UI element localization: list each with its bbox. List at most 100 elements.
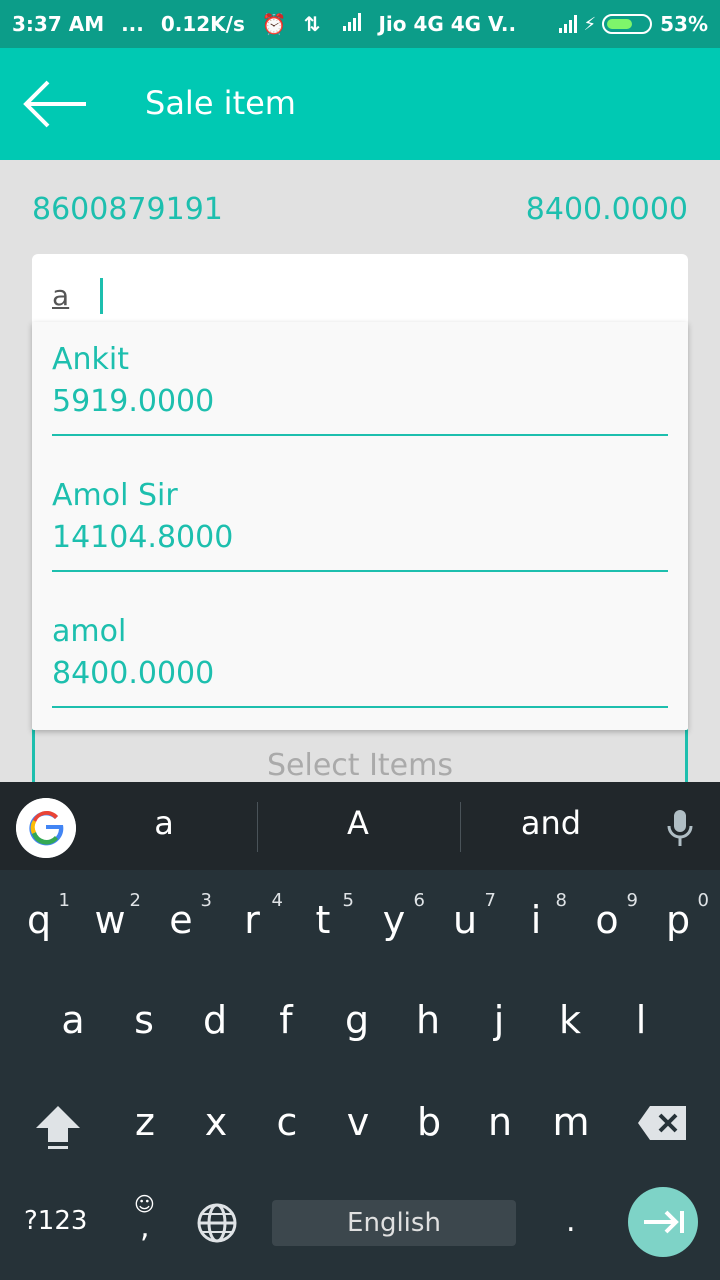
key-w[interactable]: w2 xyxy=(75,890,145,942)
dropdown-item-amount: 14104.8000 xyxy=(52,520,234,555)
key-hint: 4 xyxy=(271,890,283,911)
dropdown-item-divider xyxy=(52,434,668,436)
page-title: Sale item xyxy=(145,84,296,122)
key-label: k xyxy=(558,998,581,1042)
key-label: u xyxy=(452,898,478,942)
battery-percent: 53% xyxy=(660,12,708,36)
soft-keyboard: a A and q1w2e3r4t5y6u7i8o9p0 asdfghjkl z… xyxy=(0,782,720,1280)
shift-icon[interactable] xyxy=(30,1104,86,1152)
key-label: t xyxy=(315,898,331,942)
info-row: 8600879191 8400.0000 xyxy=(32,192,688,236)
status-carrier: Jio 4G 4G V.. xyxy=(378,12,517,36)
key-label: w xyxy=(94,898,126,942)
key-label: s xyxy=(134,998,154,1042)
key-hint: 7 xyxy=(484,890,496,911)
space-key[interactable]: English xyxy=(272,1200,516,1246)
key-d[interactable]: d xyxy=(180,998,250,1042)
key-b[interactable]: b xyxy=(394,1100,464,1144)
key-e[interactable]: e3 xyxy=(146,890,216,942)
key-k[interactable]: k xyxy=(535,998,605,1042)
key-r[interactable]: r4 xyxy=(217,890,287,942)
dropdown-item-name: amol xyxy=(52,614,127,649)
key-m[interactable]: m xyxy=(536,1100,606,1144)
customer-search-input[interactable] xyxy=(50,274,654,316)
suggestion-2[interactable]: A xyxy=(268,804,448,842)
status-bar: 3:37 AM ... 0.12K/s ⏰ ⇅ Jio 4G 4G V.. ⚡ … xyxy=(0,0,720,48)
key-hint: 1 xyxy=(58,890,70,911)
dropdown-item[interactable]: Ankit 5919.0000 xyxy=(52,322,668,442)
customer-phone: 8600879191 xyxy=(32,192,223,227)
key-label: p xyxy=(665,898,691,942)
suggestion-3[interactable]: and xyxy=(461,804,641,842)
key-label: m xyxy=(552,1100,590,1144)
status-time: 3:37 AM xyxy=(12,12,105,36)
charging-icon: ⚡ xyxy=(583,13,597,35)
next-arrow-icon[interactable] xyxy=(628,1187,698,1257)
period-key[interactable]: . xyxy=(566,1204,576,1239)
key-label: l xyxy=(635,998,647,1042)
globe-icon[interactable] xyxy=(196,1202,238,1244)
key-label: h xyxy=(415,998,441,1042)
key-label: x xyxy=(204,1100,228,1144)
signal-icon xyxy=(343,13,362,31)
dropdown-item-amount: 8400.0000 xyxy=(52,656,215,691)
key-c[interactable]: c xyxy=(252,1100,322,1144)
key-j[interactable]: j xyxy=(464,998,534,1042)
key-i[interactable]: i8 xyxy=(501,890,571,942)
key-label: o xyxy=(595,898,619,942)
key-label: e xyxy=(169,898,193,942)
select-items-label: Select Items xyxy=(266,748,453,783)
key-o[interactable]: o9 xyxy=(572,890,642,942)
dropdown-item-divider xyxy=(52,570,668,572)
dropdown-item[interactable]: Amol Sir 14104.8000 xyxy=(52,458,668,578)
key-label: n xyxy=(487,1100,513,1144)
key-z[interactable]: z xyxy=(110,1100,180,1144)
key-q[interactable]: q1 xyxy=(4,890,74,942)
dropdown-item[interactable]: amol 8400.0000 xyxy=(52,594,668,714)
key-a[interactable]: a xyxy=(38,998,108,1042)
key-n[interactable]: n xyxy=(465,1100,535,1144)
key-label: g xyxy=(344,998,370,1042)
key-f[interactable]: f xyxy=(251,998,321,1042)
key-hint: 9 xyxy=(626,890,638,911)
key-hint: 5 xyxy=(342,890,354,911)
key-label: j xyxy=(493,998,505,1042)
symbols-key[interactable]: ?123 xyxy=(24,1206,87,1236)
key-x[interactable]: x xyxy=(181,1100,251,1144)
key-label: b xyxy=(416,1100,442,1144)
key-g[interactable]: g xyxy=(322,998,392,1042)
backspace-icon[interactable] xyxy=(636,1104,688,1142)
dropdown-item-divider xyxy=(52,706,668,708)
data-transfer-icon: ⇅ xyxy=(303,12,321,36)
space-key-label: English xyxy=(347,1208,441,1238)
microphone-icon[interactable] xyxy=(664,808,696,848)
key-p[interactable]: p0 xyxy=(643,890,713,942)
key-label: f xyxy=(279,998,293,1042)
key-h[interactable]: h xyxy=(393,998,463,1042)
key-v[interactable]: v xyxy=(323,1100,393,1144)
key-t[interactable]: t5 xyxy=(288,890,358,942)
suggestion-bar: a A and xyxy=(0,782,720,870)
key-hint: 8 xyxy=(555,890,567,911)
key-label: i xyxy=(530,898,542,942)
suggestion-1[interactable]: a xyxy=(74,804,254,842)
key-l[interactable]: l xyxy=(606,998,676,1042)
key-label: c xyxy=(276,1100,298,1144)
key-s[interactable]: s xyxy=(109,998,179,1042)
signal-icon-2 xyxy=(559,15,578,33)
dropdown-item-name: Amol Sir xyxy=(52,478,178,513)
alarm-icon: ⏰ xyxy=(261,12,287,36)
key-y[interactable]: y6 xyxy=(359,890,429,942)
google-icon[interactable] xyxy=(16,798,76,858)
key-u[interactable]: u7 xyxy=(430,890,500,942)
key-label: a xyxy=(61,998,85,1042)
comma-key[interactable]: , xyxy=(140,1210,150,1245)
text-caret xyxy=(100,278,103,314)
back-arrow-icon[interactable] xyxy=(22,78,90,130)
key-hint: 2 xyxy=(129,890,141,911)
key-hint: 3 xyxy=(200,890,212,911)
key-label: y xyxy=(382,898,406,942)
suggestion-divider xyxy=(257,802,258,852)
status-speed: 0.12K/s xyxy=(160,12,245,36)
customer-balance: 8400.0000 xyxy=(525,192,688,227)
